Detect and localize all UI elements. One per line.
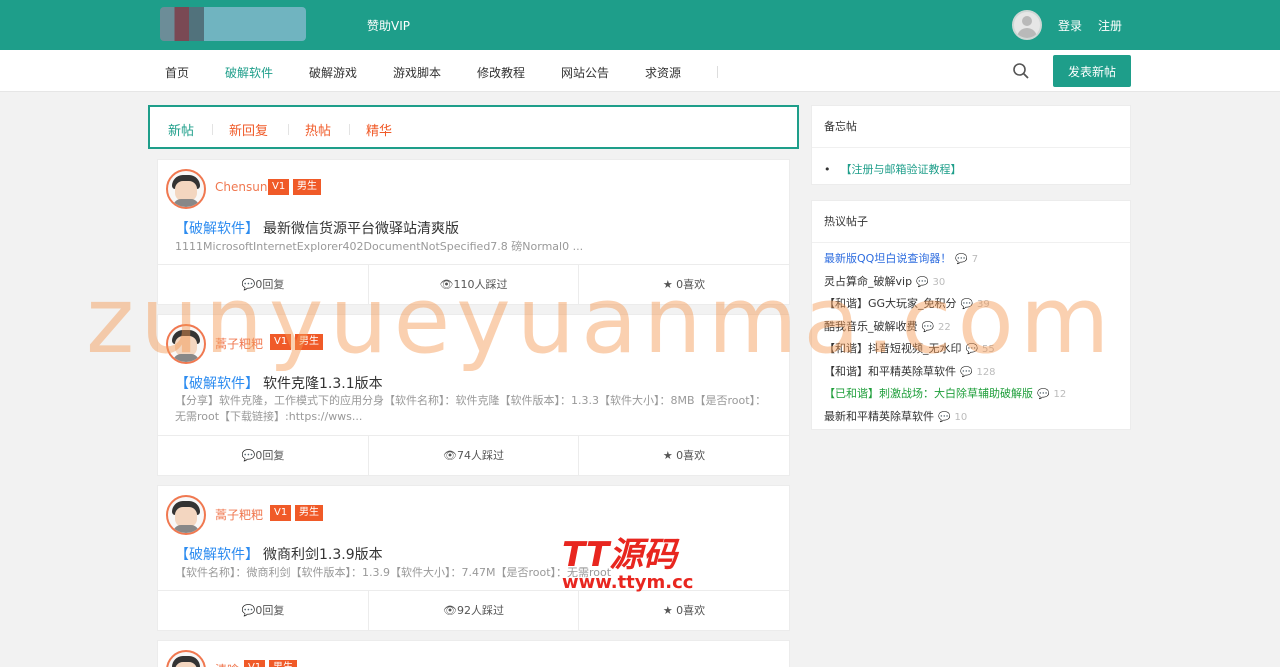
post-author[interactable]: Chensun: [215, 180, 267, 194]
hot-thread-reply-count: 7: [971, 254, 979, 265]
star-icon: ★: [662, 449, 677, 462]
watermark-text: zunyueyuanma.com: [86, 267, 1116, 374]
avatar[interactable]: [166, 650, 206, 667]
level-badge: V1: [244, 660, 266, 667]
eye-icon: 👁: [443, 449, 457, 462]
tab-divider: [212, 124, 213, 135]
tab-hot[interactable]: 热帖: [305, 120, 331, 139]
thread-filter-tabs: 新帖 新回复 热帖 精华: [148, 105, 799, 149]
nav-item-game-scripts[interactable]: 游戏脚本: [393, 64, 441, 81]
watermark-brand: TT源码: [562, 535, 678, 575]
post-category[interactable]: 【破解软件】: [175, 221, 259, 237]
register-link[interactable]: 注册: [1098, 17, 1122, 34]
hot-thread-title[interactable]: 最新和平精英除草软件: [824, 410, 934, 423]
watermark-logo: TT源码 www.ttym.cc: [562, 527, 693, 593]
hot-thread-title[interactable]: 【已和谐】刺激战场：大白除草辅助破解版: [824, 387, 1033, 400]
nav-item-announcements[interactable]: 网站公告: [561, 64, 609, 81]
hot-thread-item[interactable]: 【已和谐】刺激战场：大白除草辅助破解版 💬 12: [824, 386, 1066, 409]
post-category[interactable]: 【破解软件】: [175, 547, 259, 563]
comment-icon: 💬: [938, 411, 951, 423]
memo-panel: 备忘帖 • 【注册与邮箱验证教程】: [811, 105, 1131, 185]
hot-threads-title: 热议帖子: [812, 201, 1130, 243]
like-count[interactable]: ★ 0喜欢: [578, 436, 789, 476]
post-title-text[interactable]: 软件克隆1.3.1版本: [263, 376, 383, 392]
nav-item-tutorials[interactable]: 修改教程: [477, 64, 525, 81]
reply-count[interactable]: 💬0回复: [158, 436, 368, 476]
gender-badge: 男生: [293, 179, 321, 195]
tab-new-threads[interactable]: 新帖: [168, 120, 194, 139]
eye-icon: 👁: [443, 604, 457, 617]
avatar[interactable]: [166, 169, 206, 209]
memo-item[interactable]: • 【注册与邮箱验证教程】: [824, 161, 962, 177]
nav-divider: [717, 66, 718, 78]
hot-thread-reply-count: 10: [954, 411, 968, 423]
comment-icon: 💬: [241, 449, 256, 462]
view-count: 👁92人踩过: [368, 591, 578, 631]
post-author[interactable]: 蒿子粑粑: [215, 506, 263, 523]
comment-icon: 💬: [955, 254, 968, 265]
main-nav: 首页 破解软件 破解游戏 游戏脚本 修改教程 网站公告 求资源 发表新帖: [0, 50, 1280, 92]
post-category[interactable]: 【破解软件】: [175, 376, 259, 392]
hot-thread-title[interactable]: 最新版QQ坦白说查询器！: [824, 252, 951, 265]
level-badge: V1: [268, 179, 290, 195]
hot-thread-reply-count: 12: [1053, 389, 1067, 400]
nav-item-home[interactable]: 首页: [165, 64, 189, 81]
site-logo[interactable]: [160, 7, 306, 41]
tab-divider: [349, 124, 350, 135]
tab-new-replies[interactable]: 新回复: [229, 120, 268, 139]
like-count[interactable]: ★ 0喜欢: [578, 591, 789, 631]
login-link[interactable]: 登录: [1058, 17, 1082, 34]
post-summary: 【分享】软件克隆，工作模式下的应用分身【软件名称】：软件克隆【软件版本】：1.3…: [175, 394, 767, 423]
post-title[interactable]: 【破解软件】 最新微信货源平台微驿站清爽版: [175, 218, 459, 238]
post-stats: 💬0回复 👁92人踩过 ★ 0喜欢: [158, 590, 789, 631]
avatar[interactable]: [166, 495, 206, 535]
user-avatar-icon[interactable]: [1012, 10, 1042, 40]
comment-icon: 💬: [241, 604, 256, 617]
post-title-text[interactable]: 最新微信货源平台微驿站清爽版: [263, 221, 459, 237]
tab-divider: [288, 124, 289, 135]
vip-link[interactable]: 赞助VIP: [367, 17, 410, 34]
level-badge: V1: [270, 505, 292, 521]
post-title-text[interactable]: 微商利剑1.3.9版本: [263, 547, 383, 563]
top-bar: 赞助VIP 登录 注册: [0, 0, 1280, 50]
post-summary: 1111MicrosoftInternetExplorer402Document…: [175, 240, 584, 253]
post-title[interactable]: 【破解软件】 微商利剑1.3.9版本: [175, 544, 383, 564]
nav-item-cracked-software[interactable]: 破解软件: [225, 64, 273, 81]
nav-item-cracked-games[interactable]: 破解游戏: [309, 64, 357, 81]
watermark-url: www.ttym.cc: [562, 572, 694, 593]
reply-count[interactable]: 💬0回复: [158, 591, 368, 631]
hot-thread-item[interactable]: 最新和平精英除草软件 💬 10: [824, 409, 1066, 432]
post-title[interactable]: 【破解软件】 软件克隆1.3.1版本: [175, 373, 383, 393]
memo-panel-title: 备忘帖: [812, 106, 1130, 148]
post-stats: 💬0回复 👁74人踩过 ★ 0喜欢: [158, 435, 789, 476]
view-count: 👁74人踩过: [368, 436, 578, 476]
gender-badge: 男生: [269, 660, 297, 667]
comment-icon: 💬: [1037, 389, 1050, 400]
tab-featured[interactable]: 精华: [366, 120, 392, 139]
bullet-icon: •: [824, 163, 831, 176]
search-icon[interactable]: [1012, 62, 1030, 80]
gender-badge: 男生: [295, 505, 323, 521]
post-author[interactable]: 清晗: [215, 661, 239, 667]
star-icon: ★: [662, 604, 677, 617]
new-post-button[interactable]: 发表新帖: [1053, 55, 1131, 87]
nav-item-request[interactable]: 求资源: [645, 64, 681, 81]
post-card[interactable]: 清晗 V1 男生: [157, 640, 790, 667]
post-card[interactable]: 蒿子粑粑 V1 男生 【破解软件】 微商利剑1.3.9版本 【软件名称】：微商利剑…: [157, 485, 790, 631]
